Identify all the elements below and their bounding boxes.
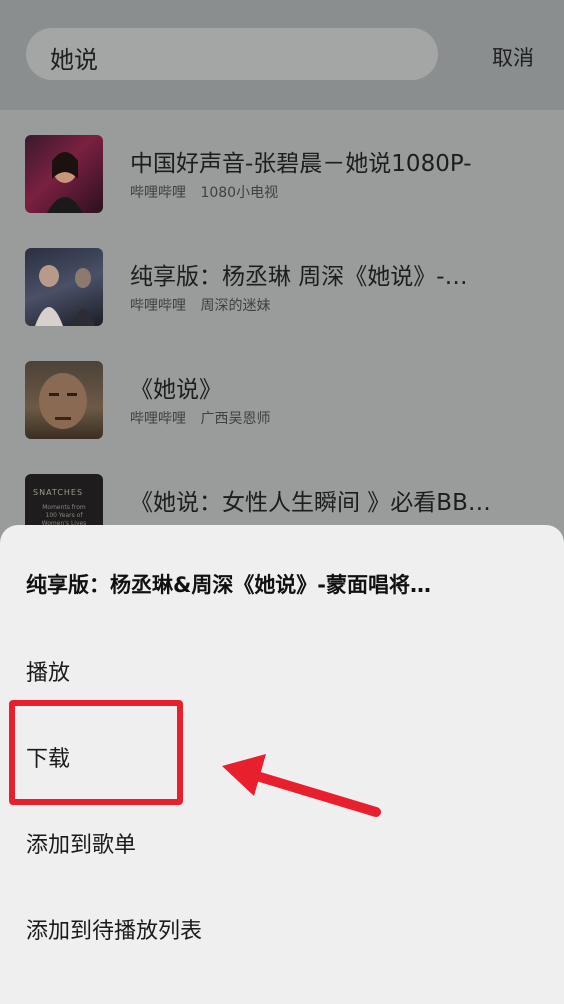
stage-thumbnail-art <box>35 265 95 326</box>
result-platform: 哔哩哔哩 <box>130 411 186 427</box>
result-title: 《她说：女性人生瞬间 》必看BB… <box>130 490 491 516</box>
add-to-queue-option[interactable]: 添加到待播放列表 <box>26 913 202 945</box>
result-title: 纯享版：杨丞琳 周深《她说》-… <box>130 264 468 290</box>
pointer-arrow-icon <box>222 754 381 817</box>
list-item[interactable]: 纯享版：杨丞琳 周深《她说》-… 哔哩哔哩 周深的迷妹 <box>0 223 564 335</box>
singer-thumbnail-art <box>47 152 83 213</box>
search-header: 她说 取消 <box>0 0 564 110</box>
face-thumbnail-art <box>39 373 87 429</box>
result-meta: 哔哩哔哩 广西吴恩师 <box>130 408 280 428</box>
result-meta: 哔哩哔哩 周深的迷妹 <box>130 295 280 315</box>
search-input[interactable]: 她说 <box>26 28 438 80</box>
list-item[interactable]: 《她说》 哔哩哔哩 广西吴恩师 <box>0 336 564 448</box>
video-thumbnail <box>25 361 103 439</box>
list-item[interactable]: 中国好声音-张碧晨－她说1080P- 哔哩哔哩 1080小电视 <box>0 110 564 222</box>
result-platform: 哔哩哔哩 <box>130 298 186 314</box>
play-option[interactable]: 播放 <box>26 655 70 687</box>
cancel-button[interactable]: 取消 <box>492 42 534 72</box>
result-meta: 哔哩哔哩 1080小电视 <box>130 182 288 202</box>
video-thumbnail <box>25 135 103 213</box>
add-to-playlist-option[interactable]: 添加到歌单 <box>26 827 136 859</box>
result-title: 《她说》 <box>130 377 222 403</box>
result-uploader: 1080小电视 <box>200 185 279 201</box>
result-platform: 哔哩哔哩 <box>130 185 186 201</box>
video-thumbnail <box>25 248 103 326</box>
thumbnail-caption: SNATCHES <box>33 488 84 497</box>
highlight-box <box>9 700 183 805</box>
result-title: 中国好声音-张碧晨－她说1080P- <box>130 151 472 177</box>
result-uploader: 广西吴恩师 <box>200 411 271 427</box>
search-query: 她说 <box>50 46 98 74</box>
sheet-title: 纯享版：杨丞琳&周深《她说》-蒙面唱将… <box>26 573 432 597</box>
result-uploader: 周深的迷妹 <box>200 298 271 314</box>
